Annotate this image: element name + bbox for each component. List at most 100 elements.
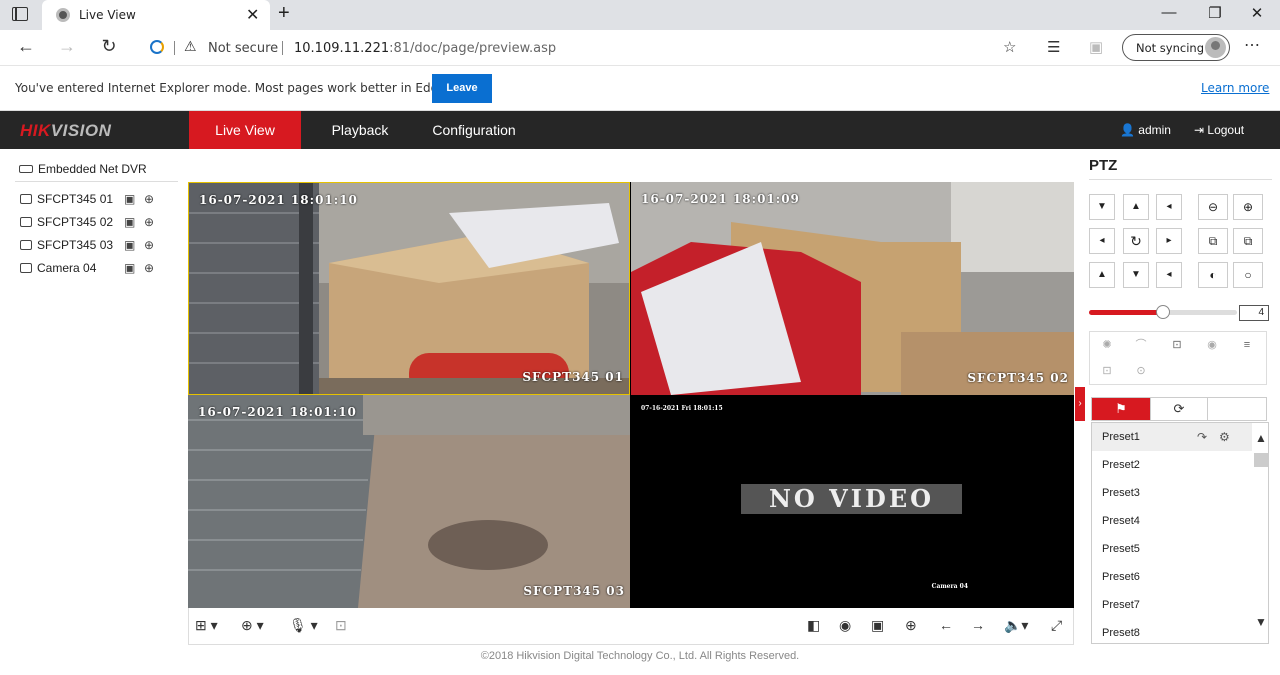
volume-mute-icon[interactable]: 🔈▾ (1004, 617, 1028, 634)
camera-node[interactable]: Camera 04 ▣ ⊕ (20, 261, 165, 279)
focus-near-icon[interactable]: ⧉ (1198, 228, 1228, 254)
ptz-down-left-icon[interactable]: ▲ (1089, 262, 1115, 288)
stream-type-icon[interactable]: ⊕ ▾ (241, 617, 264, 634)
user-menu[interactable]: 👤 admin (1120, 123, 1171, 137)
copyright-text: ©2018 Hikvision Digital Technology Co., … (480, 650, 800, 662)
record-icon[interactable]: ▣ (124, 215, 135, 229)
zoom-out-icon[interactable]: ⊖ (1198, 194, 1228, 220)
fullscreen-icon[interactable]: ⤢ (1051, 617, 1062, 634)
list-item[interactable]: Preset3 (1092, 479, 1252, 507)
ptz-up-left-icon[interactable]: ▼ (1089, 194, 1115, 220)
record-all-icon[interactable]: ▣ (871, 617, 884, 634)
scroll-down-icon[interactable]: ▼ (1255, 615, 1267, 629)
tab-preset-flag-icon[interactable]: ⚑ (1092, 398, 1150, 420)
minimize-icon[interactable]: — (1146, 4, 1192, 21)
ptz-up-icon[interactable]: ▲ (1123, 194, 1149, 220)
url-text[interactable]: 10.109.11.221:81/doc/page/preview.asp (294, 41, 556, 56)
sync-button[interactable]: Not syncing (1122, 34, 1230, 61)
maximize-icon[interactable]: ❐ (1192, 4, 1238, 22)
list-item[interactable]: Preset2 (1092, 451, 1252, 479)
browser-tab[interactable]: Live View ✕ (42, 0, 270, 30)
not-secure-label[interactable]: Not secure (208, 41, 278, 56)
more-settings-icon[interactable]: ≡ (1232, 335, 1262, 355)
record-icon[interactable]: ▣ (124, 238, 135, 252)
scroll-up-icon[interactable]: ▲ (1255, 431, 1267, 445)
address-bar[interactable]: ⚠ Not secure 10.109.11.221:81/doc/page/p… (136, 33, 1032, 63)
forward-icon[interactable]: → (55, 36, 79, 57)
ptz-left-icon[interactable]: ◂ (1089, 228, 1115, 254)
warning-icon[interactable]: ⚠ (184, 38, 197, 55)
lens-init-icon[interactable]: ◉ (1197, 335, 1227, 355)
ptz-icon[interactable]: ⊕ (144, 215, 154, 229)
add-favorite-icon[interactable]: ☆ (1003, 38, 1016, 56)
scroll-thumb[interactable] (1254, 453, 1268, 467)
zoom-in-icon[interactable]: ⊕ (1233, 194, 1263, 220)
tab-pattern[interactable] (1209, 398, 1267, 420)
new-tab-icon[interactable]: + (278, 2, 290, 25)
ptz-speed-slider[interactable] (1089, 305, 1237, 319)
ptz-icon[interactable]: ⊕ (144, 192, 154, 206)
osd-timestamp: 16-07-2021 18:01:09 (641, 192, 800, 206)
camera-node[interactable]: SFCPT345 01 ▣ ⊕ (20, 192, 165, 210)
ezoom-icon[interactable]: ⊡ (335, 617, 347, 634)
list-item[interactable]: Preset1 ↷ ⚙ (1092, 423, 1252, 451)
ptz-icon[interactable]: ⊕ (144, 238, 154, 252)
3d-position-icon[interactable]: ⊡ (1162, 335, 1192, 355)
video-window[interactable]: 07-16-2021 Fri 18:01:15 NO VIDEO Camera … (631, 395, 1074, 608)
tab-actions-icon[interactable] (12, 7, 28, 21)
tab-configuration[interactable]: Configuration (420, 111, 528, 149)
list-item[interactable]: Preset8 (1092, 619, 1252, 643)
microphone-icon[interactable]: 🎙 ▾ (289, 617, 318, 634)
zoom-in-icon[interactable]: ⊕ (905, 617, 917, 634)
set-preset-icon[interactable]: ⚙ (1219, 423, 1230, 451)
list-item[interactable]: Preset7 (1092, 591, 1252, 619)
collections-icon[interactable]: ▣ (1089, 38, 1103, 56)
call-preset-icon[interactable]: ↷ (1197, 423, 1207, 451)
ptz-up-right-icon[interactable]: ◂ (1156, 194, 1182, 220)
video-window[interactable]: 16-07-2021 18:01:09 SFCPT345 02 (631, 182, 1074, 395)
iris-open-icon[interactable]: ○ (1233, 262, 1263, 288)
list-item[interactable]: Preset4 (1092, 507, 1252, 535)
panel-collapse-icon[interactable]: › (1075, 387, 1085, 421)
back-icon[interactable]: ← (14, 36, 38, 57)
light-icon[interactable]: ✺ (1092, 335, 1122, 355)
focus-far-icon[interactable]: ⧉ (1233, 228, 1263, 254)
tab-live-view[interactable]: Live View (189, 111, 301, 149)
video-window[interactable]: 16-07-2021 18:01:10 SFCPT345 01 (188, 182, 630, 395)
window-close-icon[interactable]: ✕ (1234, 4, 1280, 22)
camera-node[interactable]: SFCPT345 02 ▣ ⊕ (20, 215, 165, 233)
tab-close-icon[interactable]: ✕ (246, 5, 259, 25)
more-menu-icon[interactable]: ⋯ (1244, 35, 1260, 55)
3d-zoom-icon[interactable]: ⊙ (1126, 361, 1156, 381)
tab-patrol-icon[interactable]: ⟳ (1150, 398, 1208, 420)
manual-track-icon[interactable]: ⊡ (1092, 361, 1122, 381)
ptz-down-icon[interactable]: ▼ (1123, 262, 1149, 288)
list-item[interactable]: Preset5 (1092, 535, 1252, 563)
ptz-right-icon[interactable]: ▸ (1156, 228, 1182, 254)
next-page-icon[interactable]: → (971, 617, 985, 633)
list-item[interactable]: Preset6 (1092, 563, 1252, 591)
preset-scrollbar[interactable]: ▲ ▼ (1253, 423, 1268, 643)
window-layout-icon[interactable]: ⊞ ▾ (195, 617, 218, 634)
iris-close-icon[interactable]: ◐ (1198, 262, 1228, 288)
capture-icon[interactable]: ◉ (839, 617, 851, 634)
previous-page-icon[interactable]: ← (939, 617, 953, 633)
video-window[interactable]: 16-07-2021 18:01:10 SFCPT345 03 (188, 395, 630, 608)
logout-button[interactable]: ⇥ Logout (1194, 123, 1244, 137)
tab-playback[interactable]: Playback (318, 111, 402, 149)
favorites-icon[interactable]: ☰ (1047, 38, 1060, 56)
ptz-icon[interactable]: ⊕ (144, 261, 154, 275)
learn-more-link[interactable]: Learn more (1201, 81, 1269, 95)
speed-handle[interactable] (1156, 305, 1170, 319)
ptz-auto-icon[interactable]: ↻ (1123, 228, 1149, 254)
ie-mode-icon[interactable] (150, 40, 164, 54)
refresh-icon[interactable]: ↻ (97, 36, 121, 57)
record-icon[interactable]: ▣ (124, 261, 135, 275)
leave-button[interactable]: Leave (432, 74, 492, 103)
wiper-icon[interactable]: ⌒ (1126, 335, 1156, 355)
stop-all-icon[interactable]: ◧ (807, 617, 820, 634)
ptz-down-right-icon[interactable]: ◂ (1156, 262, 1182, 288)
record-icon[interactable]: ▣ (124, 192, 135, 206)
camera-node[interactable]: SFCPT345 03 ▣ ⊕ (20, 238, 165, 256)
device-node[interactable]: Embedded Net DVR (19, 162, 147, 176)
